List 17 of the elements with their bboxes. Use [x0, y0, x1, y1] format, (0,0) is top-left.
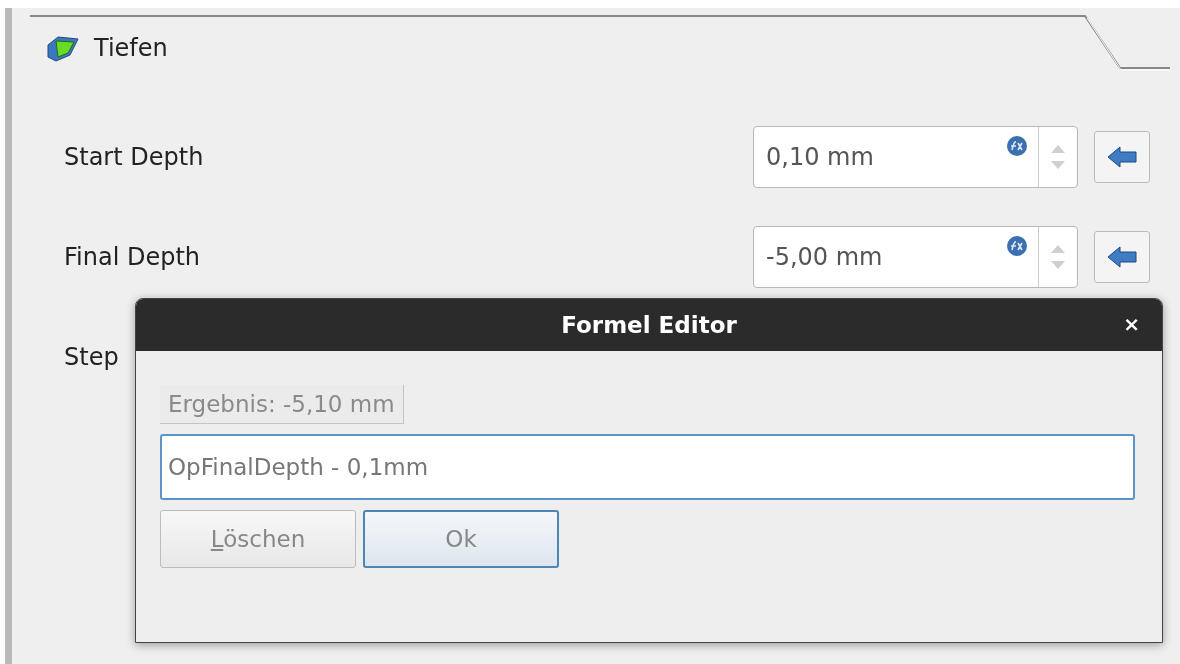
close-button[interactable]: × — [1123, 312, 1140, 336]
apply-button[interactable] — [1094, 131, 1150, 183]
expression-field[interactable]: OpFinalDepth - 0,1mm — [160, 434, 1135, 500]
formula-icon[interactable] — [1006, 135, 1028, 157]
left-arrow-icon — [1107, 246, 1137, 268]
field-label: Start Depth — [64, 143, 204, 171]
left-arrow-icon — [1107, 146, 1137, 168]
formula-icon[interactable] — [1006, 235, 1028, 257]
quantity-spinbox[interactable]: -5,00 mm — [753, 226, 1078, 288]
dialog-title: Formel Editor — [561, 312, 737, 338]
quantity-spinbox[interactable]: 0,10 mm — [753, 126, 1078, 188]
section-title: Tiefen — [94, 34, 168, 62]
pocket-icon — [46, 33, 80, 63]
field-label: Final Depth — [64, 243, 201, 271]
field-label: Step — [64, 343, 119, 371]
apply-button[interactable] — [1094, 231, 1150, 283]
result-label: Ergebnis: -5,10 mm — [160, 385, 404, 424]
